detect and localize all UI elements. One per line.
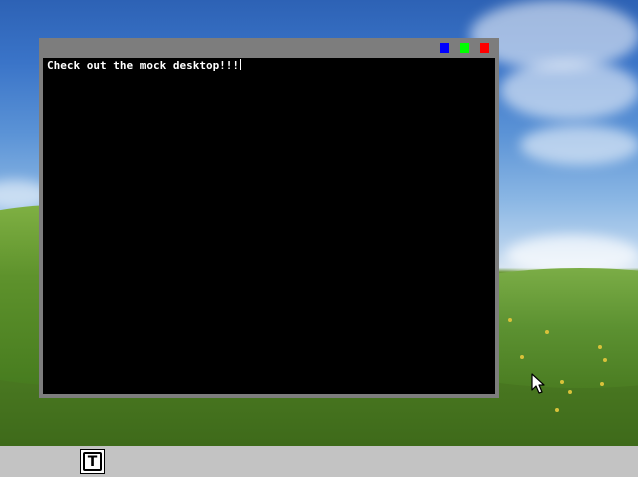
flower [603,358,607,362]
flower [545,330,549,334]
text-caret [240,59,242,70]
terminal-icon: T [83,452,102,471]
terminal-output[interactable]: Check out the mock desktop!!! [43,58,495,394]
flower [520,355,524,359]
cloud [520,125,638,165]
flower [600,382,604,386]
minimize-button[interactable] [440,43,449,53]
mouse-pointer-icon [531,373,545,394]
close-button[interactable] [480,43,489,53]
cloud [500,60,638,120]
terminal-text: Check out the mock desktop!!! [47,59,240,72]
flower [560,380,564,384]
terminal-taskbar-button[interactable]: T [80,449,105,474]
flower [555,408,559,412]
maximize-button[interactable] [460,43,469,53]
window-titlebar[interactable] [39,38,499,58]
flower [508,318,512,322]
desktop: Check out the mock desktop!!! [0,0,638,446]
terminal-window[interactable]: Check out the mock desktop!!! [39,38,499,398]
flower [598,345,602,349]
taskbar: T [0,446,638,477]
flower [568,390,572,394]
